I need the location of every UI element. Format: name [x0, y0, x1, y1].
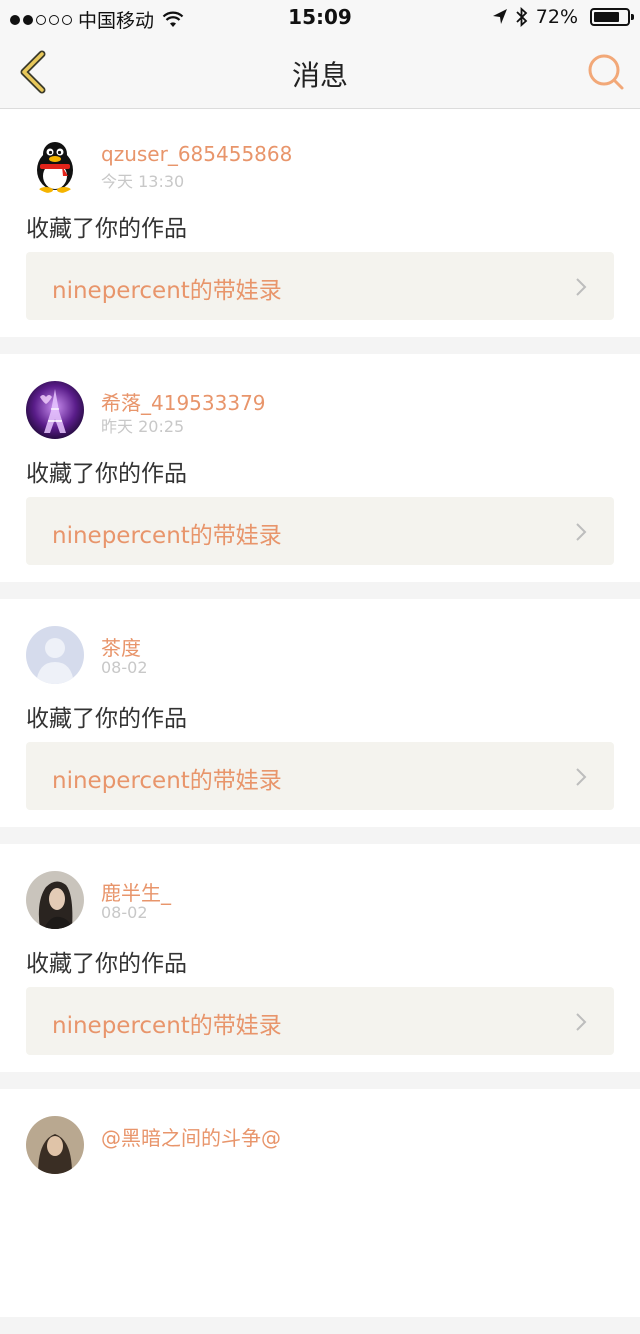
message-item[interactable]: @黑暗之间的斗争@	[0, 1089, 640, 1317]
chevron-right-icon	[576, 523, 587, 541]
work-link[interactable]: ninepercent的带娃录	[26, 742, 614, 810]
chevron-right-icon	[576, 1013, 587, 1031]
search-icon[interactable]	[586, 52, 626, 92]
work-title: ninepercent的带娃录	[52, 523, 282, 549]
location-arrow-icon	[492, 9, 507, 24]
timestamp: 08-02	[101, 658, 148, 677]
default-person-avatar[interactable]	[26, 626, 84, 684]
message-item[interactable]: 希落_419533379 昨天 20:25 收藏了你的作品 ninepercen…	[0, 354, 640, 582]
action-text: 收藏了你的作品	[26, 461, 187, 487]
page-title: 消息	[291, 59, 348, 92]
chevron-right-icon	[576, 768, 587, 786]
action-text: 收藏了你的作品	[26, 216, 187, 242]
qq-penguin-avatar[interactable]	[26, 136, 84, 194]
timestamp: 今天 13:30	[101, 172, 185, 191]
work-title: ninepercent的带娃录	[52, 768, 282, 794]
status-indicators: 72%	[492, 6, 634, 28]
bluetooth-icon	[516, 7, 528, 27]
status-bar: 中国移动 15:09 72%	[0, 0, 640, 36]
action-text: 收藏了你的作品	[26, 706, 187, 732]
photo-avatar[interactable]	[26, 1116, 84, 1174]
message-item[interactable]: 鹿半生_ 08-02 收藏了你的作品 ninepercent的带娃录	[0, 844, 640, 1072]
work-link[interactable]: ninepercent的带娃录	[26, 987, 614, 1055]
eiffel-tower-avatar[interactable]	[26, 381, 84, 439]
woman-photo-avatar[interactable]	[26, 871, 84, 929]
username[interactable]: 茶度	[101, 632, 141, 661]
navigation-bar: 消息	[0, 36, 640, 109]
work-link[interactable]: ninepercent的带娃录	[26, 497, 614, 565]
username[interactable]: 希落_419533379	[101, 387, 266, 416]
message-list: qzuser_685455868 今天 13:30 收藏了你的作品 ninepe…	[0, 109, 640, 1334]
work-title: ninepercent的带娃录	[52, 1013, 282, 1039]
action-text: 收藏了你的作品	[26, 951, 187, 977]
message-item[interactable]: qzuser_685455868 今天 13:30 收藏了你的作品 ninepe…	[0, 109, 640, 337]
battery-icon	[590, 8, 634, 26]
username[interactable]: 鹿半生_	[101, 877, 171, 906]
username[interactable]: qzuser_685455868	[101, 142, 292, 166]
work-title: ninepercent的带娃录	[52, 278, 282, 304]
message-item[interactable]: 茶度 08-02 收藏了你的作品 ninepercent的带娃录	[0, 599, 640, 827]
chevron-right-icon	[576, 278, 587, 296]
timestamp: 08-02	[101, 903, 148, 922]
timestamp: 昨天 20:25	[101, 417, 185, 436]
work-link[interactable]: ninepercent的带娃录	[26, 252, 614, 320]
battery-percent: 72%	[535, 6, 578, 28]
username[interactable]: @黑暗之间的斗争@	[101, 1122, 281, 1151]
